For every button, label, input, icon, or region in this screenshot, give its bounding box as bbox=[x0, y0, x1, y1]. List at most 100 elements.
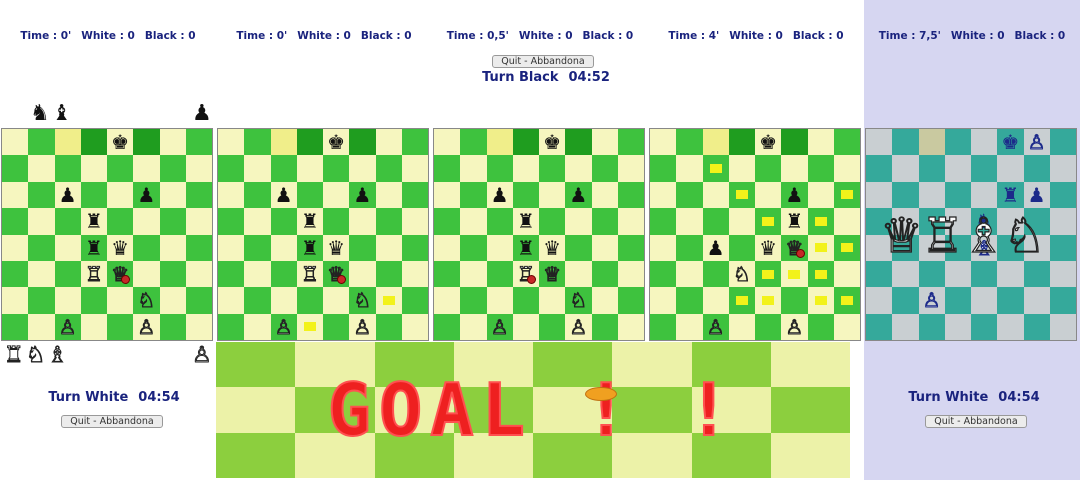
board-square[interactable] bbox=[565, 208, 592, 235]
board-square[interactable] bbox=[1023, 155, 1050, 182]
move-hint-marker[interactable] bbox=[840, 190, 853, 200]
board-square[interactable] bbox=[185, 287, 212, 314]
board-square[interactable] bbox=[702, 260, 729, 288]
board-square[interactable] bbox=[997, 155, 1024, 182]
board-square[interactable] bbox=[460, 129, 487, 156]
white-piece[interactable]: ♙ bbox=[706, 316, 725, 337]
board-square[interactable]: ♜ bbox=[781, 208, 808, 235]
board-square[interactable] bbox=[323, 155, 350, 182]
board-square[interactable] bbox=[486, 260, 513, 288]
board-square[interactable] bbox=[486, 234, 513, 261]
board-square[interactable] bbox=[80, 287, 107, 314]
white-piece[interactable]: ♘ bbox=[732, 264, 751, 285]
board-square[interactable] bbox=[107, 155, 134, 182]
board-square[interactable] bbox=[892, 129, 919, 156]
board-square[interactable] bbox=[833, 313, 860, 340]
board-square[interactable] bbox=[80, 155, 107, 182]
board-square[interactable] bbox=[54, 287, 81, 314]
board-square[interactable] bbox=[918, 181, 945, 209]
board-square[interactable] bbox=[349, 234, 376, 261]
board-square[interactable] bbox=[28, 260, 55, 288]
board-square[interactable] bbox=[807, 129, 834, 156]
white-piece[interactable]: ♘ bbox=[137, 290, 156, 311]
board-square[interactable] bbox=[401, 155, 428, 182]
black-piece[interactable]: ♜ bbox=[301, 211, 319, 231]
board-square[interactable] bbox=[702, 181, 729, 209]
board-square[interactable] bbox=[728, 234, 755, 261]
black-piece[interactable]: ♚ bbox=[543, 132, 561, 152]
board-square[interactable]: ♟ bbox=[565, 181, 592, 209]
board-square[interactable] bbox=[755, 208, 782, 235]
board-square[interactable] bbox=[971, 155, 998, 182]
board-square[interactable] bbox=[512, 181, 539, 209]
quit-button[interactable]: Quit - Abbandona bbox=[925, 415, 1027, 428]
board-square[interactable] bbox=[944, 313, 971, 340]
board-square[interactable] bbox=[270, 155, 297, 182]
black-piece[interactable]: ♟ bbox=[785, 185, 803, 205]
board-square[interactable] bbox=[323, 208, 350, 235]
board-square[interactable] bbox=[218, 181, 245, 209]
board-square[interactable] bbox=[591, 181, 618, 209]
move-hint-marker[interactable] bbox=[382, 295, 395, 305]
board-square[interactable]: ♜ bbox=[80, 208, 107, 235]
board-square[interactable] bbox=[401, 129, 428, 156]
black-piece[interactable]: ♟ bbox=[1028, 185, 1046, 205]
board-square[interactable] bbox=[833, 155, 860, 182]
white-piece[interactable]: ♙ bbox=[58, 316, 77, 337]
board-square[interactable] bbox=[218, 313, 245, 340]
board-square[interactable] bbox=[54, 234, 81, 261]
white-piece[interactable]: ♙ bbox=[137, 316, 156, 337]
black-piece[interactable]: ♚ bbox=[111, 132, 129, 152]
board-square[interactable] bbox=[918, 155, 945, 182]
board-square[interactable] bbox=[781, 260, 808, 288]
board-square[interactable] bbox=[133, 234, 160, 261]
board-square[interactable] bbox=[1049, 313, 1076, 340]
black-piece[interactable]: ♜ bbox=[517, 211, 535, 231]
board-square[interactable] bbox=[107, 313, 134, 340]
board-square[interactable] bbox=[944, 287, 971, 314]
black-piece[interactable]: ♟ bbox=[569, 185, 587, 205]
board-square[interactable] bbox=[296, 181, 323, 209]
board-square[interactable] bbox=[728, 155, 755, 182]
board-square[interactable]: ♜ bbox=[296, 234, 323, 261]
board-square[interactable] bbox=[244, 234, 271, 261]
board-square[interactable]: ♜ bbox=[512, 208, 539, 235]
board-square[interactable]: ♙ bbox=[565, 313, 592, 340]
board-square[interactable] bbox=[944, 155, 971, 182]
board-square[interactable]: ♕ bbox=[781, 234, 808, 261]
board-square[interactable] bbox=[401, 313, 428, 340]
board-square[interactable] bbox=[702, 287, 729, 314]
board-square[interactable] bbox=[918, 260, 945, 288]
board-square[interactable] bbox=[591, 129, 618, 156]
board-square[interactable] bbox=[702, 208, 729, 235]
board-square[interactable] bbox=[807, 234, 834, 261]
move-hint-marker[interactable] bbox=[788, 269, 801, 279]
board-square[interactable] bbox=[270, 287, 297, 314]
black-piece[interactable]: ♚ bbox=[327, 132, 345, 152]
board-square[interactable] bbox=[944, 181, 971, 209]
black-piece[interactable]: ♜ bbox=[85, 211, 103, 231]
board-square[interactable] bbox=[159, 313, 186, 340]
board-square[interactable] bbox=[185, 181, 212, 209]
board-square[interactable] bbox=[159, 260, 186, 288]
move-hint-marker[interactable] bbox=[709, 164, 722, 174]
board-square[interactable]: ♙ bbox=[702, 313, 729, 340]
board-square[interactable] bbox=[54, 208, 81, 235]
board-square[interactable] bbox=[650, 260, 677, 288]
board-square[interactable]: ♙ bbox=[133, 313, 160, 340]
board-square[interactable] bbox=[650, 287, 677, 314]
board-square[interactable] bbox=[375, 260, 402, 288]
board-square[interactable]: ♚ bbox=[539, 129, 566, 156]
board-square[interactable] bbox=[565, 155, 592, 182]
board-square[interactable] bbox=[434, 260, 461, 288]
board-square[interactable] bbox=[944, 260, 971, 288]
board-square[interactable] bbox=[133, 208, 160, 235]
board-square[interactable] bbox=[676, 208, 703, 235]
black-piece[interactable]: ♛ bbox=[759, 238, 777, 258]
white-piece[interactable]: ♙ bbox=[785, 316, 804, 337]
white-piece[interactable]: ♙ bbox=[274, 316, 293, 337]
board-square[interactable] bbox=[833, 234, 860, 261]
board-square[interactable]: ♙ bbox=[918, 287, 945, 314]
board-square[interactable] bbox=[28, 287, 55, 314]
board-square[interactable] bbox=[650, 313, 677, 340]
